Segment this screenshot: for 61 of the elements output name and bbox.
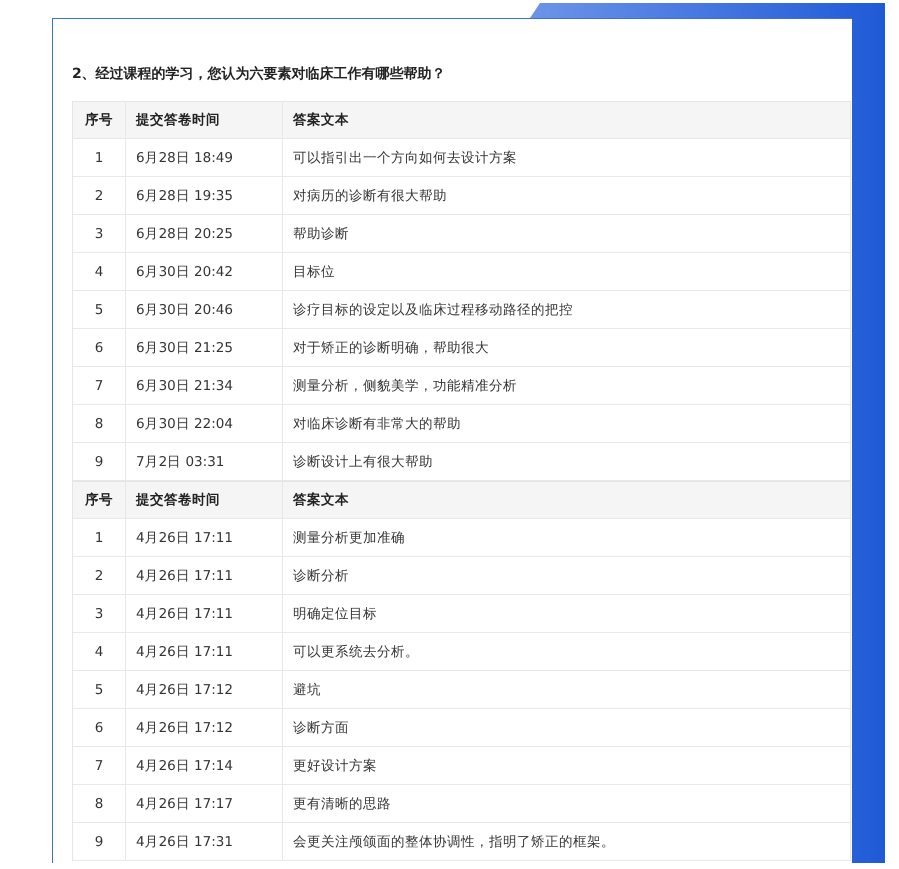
table-cell: 诊断设计上有很大帮助: [283, 443, 851, 480]
column-header: 提交答卷时间: [126, 102, 283, 138]
table-cell: 更有清晰的思路: [283, 785, 851, 822]
table-cell: 更好设计方案: [283, 747, 851, 784]
table-cell: 7月2日 03:31: [126, 443, 283, 480]
table-cell: 帮助诊断: [283, 215, 851, 252]
table-cell: 7: [73, 747, 126, 784]
table-cell: 6月30日 22:04: [126, 405, 283, 442]
column-header: 提交答卷时间: [126, 482, 283, 518]
table-cell: 5: [73, 671, 126, 708]
table-cell: 可以指引出一个方向如何去设计方案: [283, 139, 851, 176]
table-cell: 4月26日 17:17: [126, 785, 283, 822]
table-cell: 6月30日 20:42: [126, 253, 283, 290]
table-cell: 对临床诊断有非常大的帮助: [283, 405, 851, 442]
table-cell: 7: [73, 367, 126, 404]
table-cell: 4月26日 17:11: [126, 519, 283, 556]
table-cell: 诊断方面: [283, 709, 851, 746]
table-cell: 8: [73, 405, 126, 442]
table-cell: 3: [73, 215, 126, 252]
table-cell: 测量分析更加准确: [283, 519, 851, 556]
column-header: 序号: [73, 482, 126, 518]
table-cell: 4月26日 17:11: [126, 633, 283, 670]
table-cell: 4月26日 17:12: [126, 709, 283, 746]
table-cell: 2: [73, 177, 126, 214]
table-cell: 3: [73, 595, 126, 632]
table-cell: 4月26日 17:14: [126, 747, 283, 784]
table-cell: 4月26日 17:12: [126, 671, 283, 708]
table-cell: 8: [73, 785, 126, 822]
table-cell: 明确定位目标: [283, 595, 851, 632]
table-cell: 6月28日 18:49: [126, 139, 283, 176]
table-cell: 4月26日 17:31: [126, 823, 283, 860]
table-cell: 会更关注颅颌面的整体协调性，指明了矫正的框架。: [283, 823, 851, 860]
table-cell: 6月30日 21:25: [126, 329, 283, 366]
column-header: 答案文本: [283, 102, 851, 138]
table-cell: 6月30日 20:46: [126, 291, 283, 328]
table-cell: 2: [73, 557, 126, 594]
table-cell: 9: [73, 823, 126, 860]
table-cell: 1: [73, 139, 126, 176]
table-cell: 测量分析，侧貌美学，功能精准分析: [283, 367, 851, 404]
table-cell: 5: [73, 291, 126, 328]
table-cell: 可以更系统去分析。: [283, 633, 851, 670]
table-cell: 4月26日 17:11: [126, 595, 283, 632]
table-cell: 6: [73, 329, 126, 366]
table-cell: 4: [73, 253, 126, 290]
table-cell: 对于矫正的诊断明确，帮助很大: [283, 329, 851, 366]
table-cell: 1: [73, 519, 126, 556]
table-cell: 6月30日 21:34: [126, 367, 283, 404]
table-cell: 4月26日 17:11: [126, 557, 283, 594]
question-title: 2、经过课程的学习，您认为六要素对临床工作有哪些帮助？: [72, 65, 447, 84]
table-cell: 避坑: [283, 671, 851, 708]
table-cell: 对病历的诊断有很大帮助: [283, 177, 851, 214]
table-cell: 诊疗目标的设定以及临床过程移动路径的把控: [283, 291, 851, 328]
column-header: 答案文本: [283, 482, 851, 518]
table-cell: 目标位: [283, 253, 851, 290]
table-cell: 9: [73, 443, 126, 480]
table-cell: 6: [73, 709, 126, 746]
column-header: 序号: [73, 102, 126, 138]
table-cell: 4: [73, 633, 126, 670]
table-cell: 诊断分析: [283, 557, 851, 594]
table-cell: 6月28日 19:35: [126, 177, 283, 214]
table-cell: 6月28日 20:25: [126, 215, 283, 252]
